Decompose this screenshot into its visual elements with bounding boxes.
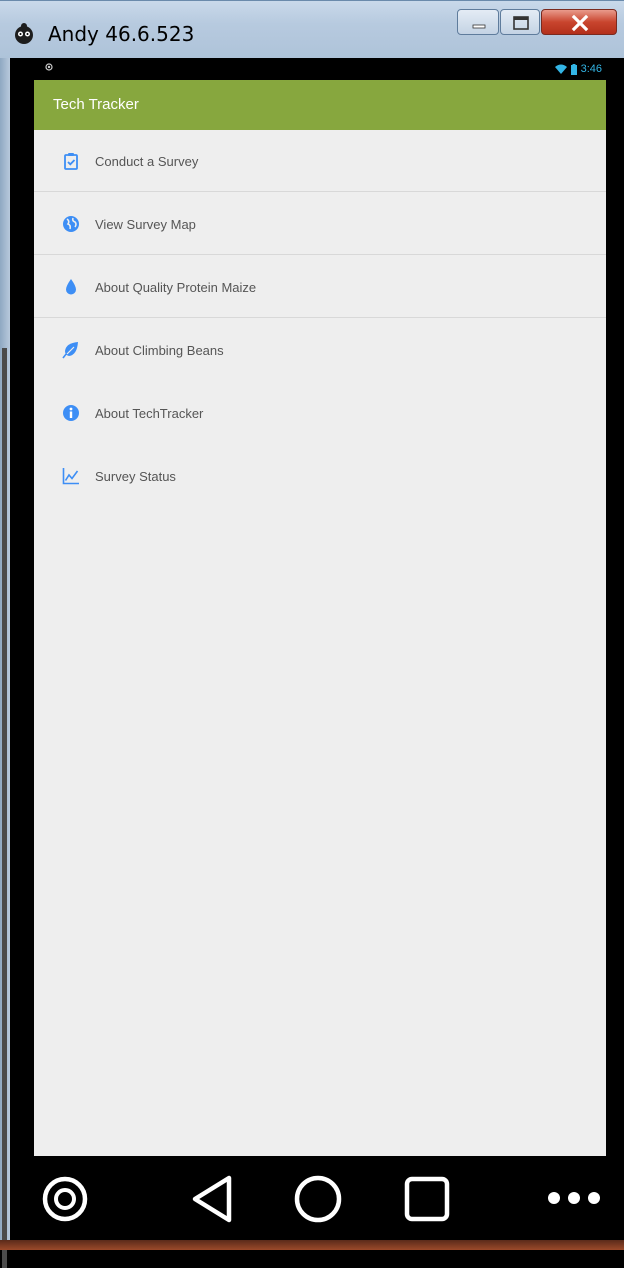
menu-item-view-map[interactable]: View Survey Map [34, 193, 606, 255]
window-frame-bottom [0, 1240, 624, 1250]
menu-item-about-techtracker[interactable]: About TechTracker [34, 382, 606, 444]
battery-icon [570, 63, 577, 75]
menu-item-label: Survey Status [95, 469, 176, 484]
maximize-button[interactable] [500, 9, 540, 35]
minimize-icon [472, 24, 486, 29]
status-time: 3:46 [580, 63, 602, 75]
wifi-icon [554, 64, 567, 74]
menu-item-survey-status[interactable]: Survey Status [34, 445, 606, 507]
menu-item-about-beans[interactable]: About Climbing Beans [34, 319, 606, 381]
app-title: Tech Tracker [53, 96, 139, 113]
line-chart-icon [62, 468, 79, 485]
close-icon [571, 14, 589, 32]
maximize-icon [513, 16, 529, 30]
leaf-icon [62, 342, 78, 359]
menu-item-label: View Survey Map [95, 217, 196, 232]
minimize-button[interactable] [457, 9, 499, 35]
status-right: 3:46 [554, 61, 602, 77]
menu-item-label: About TechTracker [95, 406, 204, 421]
gps-icon [45, 63, 53, 71]
home-icon[interactable] [294, 1175, 342, 1223]
window-titlebar: Andy 46.6.523 [0, 0, 624, 58]
android-statusbar: 3:46 [34, 58, 606, 80]
menu-item-label: About Quality Protein Maize [95, 280, 257, 295]
menu-item-label: Conduct a Survey [95, 154, 199, 169]
clipboard-check-icon [64, 153, 78, 170]
android-navbar [10, 1156, 624, 1240]
menu-item-about-maize[interactable]: About Quality Protein Maize [34, 256, 606, 318]
action-bar: Tech Tracker [34, 80, 606, 130]
close-button[interactable] [541, 9, 617, 35]
drop-icon [66, 279, 76, 295]
info-icon [63, 405, 79, 421]
frame-scroll-strip [2, 348, 7, 1268]
globe-icon [63, 216, 79, 232]
andy-app-icon [15, 23, 33, 44]
camera-icon[interactable] [42, 1176, 88, 1222]
main-menu: Conduct a Survey View Survey Map About Q… [34, 130, 606, 1156]
more-icon[interactable] [546, 1188, 602, 1208]
recents-icon[interactable] [404, 1176, 450, 1222]
menu-item-label: About Climbing Beans [95, 343, 224, 358]
window-frame-left [0, 58, 10, 1268]
back-icon[interactable] [187, 1174, 237, 1224]
window-title: Andy 46.6.523 [48, 22, 195, 46]
menu-item-conduct-survey[interactable]: Conduct a Survey [34, 130, 606, 192]
